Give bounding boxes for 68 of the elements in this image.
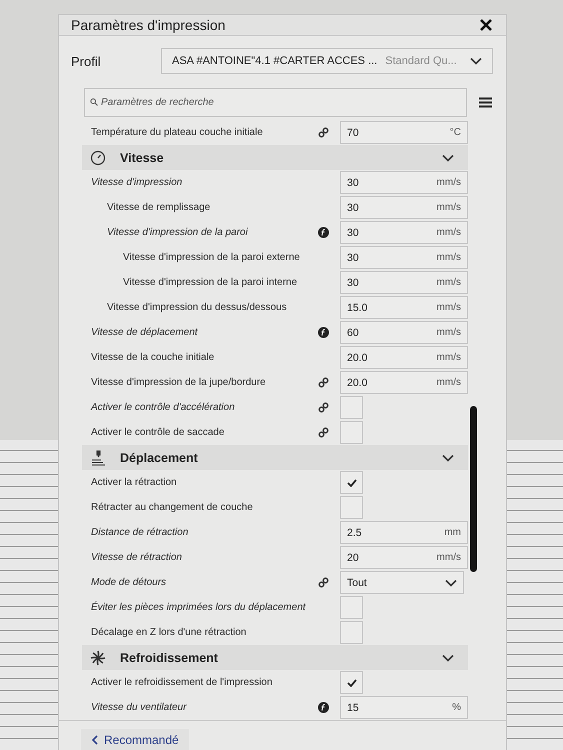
number-field[interactable]: 20.0 mm/s <box>340 371 468 394</box>
profile-dropdown[interactable]: ASA #ANTOINE"4.1 #CARTER ACCES ... Standard Qu... <box>161 48 493 74</box>
scrollbar[interactable] <box>470 406 477 572</box>
category-title: Déplacement <box>120 450 199 464</box>
setting-label: Vitesse d'impression <box>91 177 184 188</box>
number-field[interactable]: 30 mm/s <box>340 271 468 294</box>
setting-label: Vitesse d'impression de la paroi externe <box>123 252 301 263</box>
nozzle-icon <box>90 450 106 466</box>
number-field[interactable]: 15.0 mm/s <box>340 296 468 319</box>
number-field[interactable]: 70 °C <box>340 121 468 144</box>
chevron-down-icon <box>442 454 454 462</box>
chevron-down-icon <box>445 578 457 586</box>
dropdown[interactable]: Tout <box>340 571 464 594</box>
recommended-button[interactable]: Recommandé <box>81 729 189 750</box>
setting-label: Rétracter au changement de couche <box>91 502 254 513</box>
setting-label: Mode de détours <box>91 577 168 588</box>
number-field[interactable]: 2.5 mm <box>340 521 468 544</box>
category-title: Refroidissement <box>120 650 219 664</box>
number-field[interactable]: 60 mm/s <box>340 321 468 344</box>
menu-icon[interactable] <box>479 97 492 108</box>
checkbox[interactable] <box>340 421 363 444</box>
fan-icon <box>90 650 106 666</box>
setting-label: Distance de rétraction <box>91 527 190 538</box>
number-field[interactable]: 30 mm/s <box>340 246 468 269</box>
setting-label: Décalage en Z lors d'une rétraction <box>91 627 248 638</box>
checkmark-icon <box>346 478 356 486</box>
setting-label: Activer la rétraction <box>91 477 178 488</box>
setting-label: Vitesse du ventilateur <box>91 702 188 713</box>
checkbox[interactable] <box>340 596 363 619</box>
setting-label: Vitesse de rétraction <box>91 552 183 563</box>
setting-label: Température du plateau couche initiale <box>91 127 264 138</box>
setting-label: Vitesse d'impression de la paroi interne <box>123 277 298 288</box>
setting-label: Vitesse de remplissage <box>107 202 212 213</box>
setting-label: Vitesse de la couche initiale <box>91 352 216 363</box>
checkmark-icon <box>346 678 356 686</box>
search-icon <box>90 98 98 106</box>
profile-label: Profil <box>71 54 102 68</box>
checkbox[interactable] <box>340 396 363 419</box>
setting-label: Activer le contrôle d'accélération <box>91 402 236 413</box>
window-title: Paramètres d'impression <box>71 17 226 33</box>
checkbox[interactable] <box>340 621 363 644</box>
setting-label: Vitesse d'impression de la jupe/bordure <box>91 377 267 388</box>
number-field[interactable]: 20 mm/s <box>340 546 468 569</box>
chevron-down-icon <box>442 654 454 662</box>
checkbox[interactable] <box>340 671 363 694</box>
number-field[interactable]: 20.0 mm/s <box>340 346 468 369</box>
chevron-left-icon <box>91 735 98 745</box>
setting-label: Activer le contrôle de saccade <box>91 427 226 438</box>
number-field[interactable]: 30 mm/s <box>340 221 468 244</box>
setting-label: Vitesse d'impression de la paroi <box>107 227 249 238</box>
chevron-down-icon <box>442 154 454 162</box>
category-header[interactable]: Refroidissement <box>82 645 468 670</box>
number-field[interactable]: 30 mm/s <box>340 171 468 194</box>
search-field[interactable]: Paramètres de recherche <box>84 88 467 117</box>
category-title: Vitesse <box>120 150 165 164</box>
setting-label: Éviter les pièces imprimées lors du déplacement <box>91 602 307 613</box>
number-field[interactable]: 30 mm/s <box>340 196 468 219</box>
checkbox[interactable] <box>340 471 363 494</box>
setting-label: Vitesse d'impression du dessus/dessous <box>107 302 288 313</box>
setting-label: Vitesse de déplacement <box>91 327 199 338</box>
chevron-down-icon <box>470 57 482 65</box>
checkbox[interactable] <box>340 496 363 519</box>
setting-label: Activer le refroidissement de l'impression <box>91 677 274 688</box>
speedometer-icon <box>90 150 106 166</box>
category-header[interactable]: Déplacement <box>82 445 468 470</box>
number-field[interactable]: 15 % <box>340 696 468 719</box>
category-header[interactable]: Vitesse <box>82 145 468 170</box>
close-button[interactable] <box>478 17 494 33</box>
